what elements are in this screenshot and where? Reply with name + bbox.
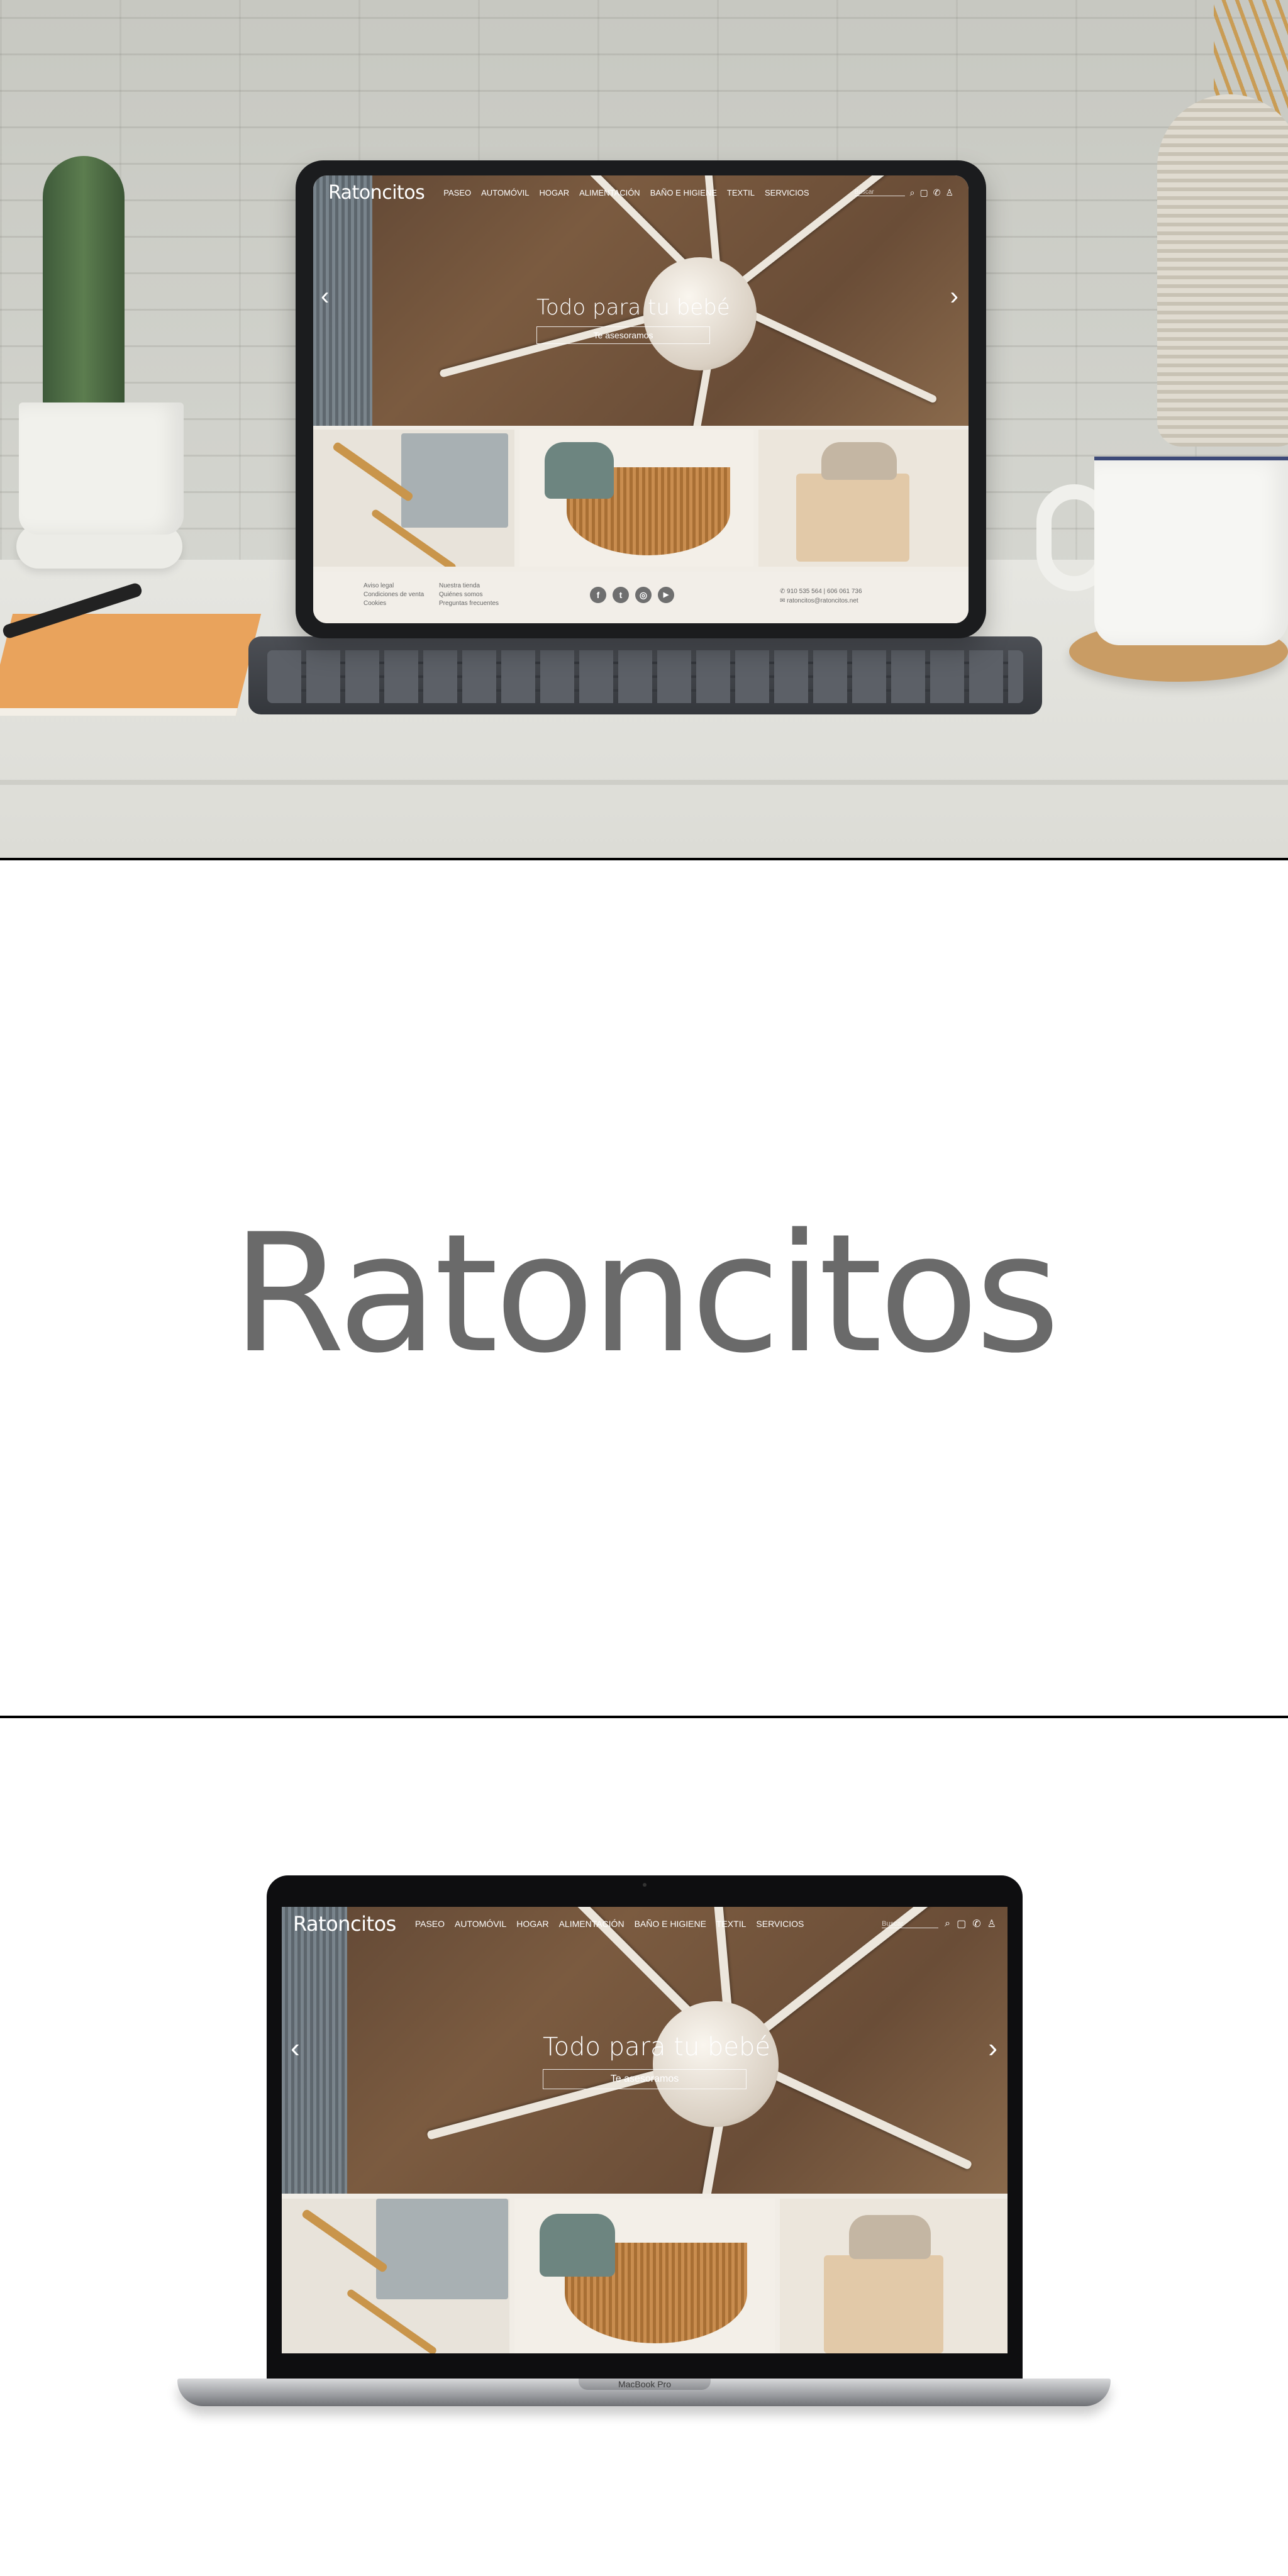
vase [1157, 94, 1288, 447]
nav-tools: Buscar ⌕ ▢ ✆ ♙ [854, 187, 953, 198]
user-icon[interactable]: ♙ [945, 187, 953, 198]
hero-banner: Ratoncitos PASEO AUTOMÓVIL HOGAR ALIMENT… [282, 1907, 1008, 2194]
nav-item-paseo[interactable]: PASEO [443, 188, 471, 197]
nav-item-bano-higiene[interactable]: BAÑO E HIGIENE [635, 1919, 706, 1929]
nav-item-servicios[interactable]: SERVICIOS [756, 1919, 804, 1929]
search-icon[interactable]: ⌕ [910, 187, 915, 198]
carousel-prev-arrow[interactable]: ‹ [321, 282, 329, 311]
laptop-panel: Ratoncitos PASEO AUTOMÓVIL HOGAR ALIMENT… [0, 1718, 1288, 2576]
search-input[interactable]: Buscar [882, 1920, 939, 1928]
footer-link[interactable]: Cookies [364, 599, 424, 608]
phone-icon[interactable]: ✆ [933, 187, 941, 198]
nav-tools: Buscar ⌕ ▢ ✆ ♙ [882, 1918, 996, 1930]
ipad-keyboard [248, 636, 1042, 714]
footer-link[interactable]: Condiciones de venta [364, 591, 424, 599]
nav-item-paseo[interactable]: PASEO [415, 1919, 445, 1929]
hero-headline: Todo para tu bebé [543, 2033, 771, 2062]
tile-stool[interactable] [758, 430, 969, 567]
nav-item-servicios[interactable]: SERVICIOS [765, 188, 809, 197]
nav-item-alimentacion[interactable]: ALIMENTACIÓN [559, 1919, 625, 1929]
footer-link[interactable]: Preguntas frecuentes [439, 599, 499, 608]
site-logo[interactable]: Ratoncitos [328, 182, 425, 204]
user-icon[interactable]: ♙ [987, 1918, 996, 1930]
notebook [0, 614, 262, 716]
ipad-device: Ratoncitos PASEO AUTOMÓVIL HOGAR ALIMENT… [296, 160, 986, 638]
keyboard-keys [267, 650, 1023, 703]
brand-logo: Ratoncitos [231, 1199, 1060, 1389]
product-tiles [282, 2199, 1008, 2353]
footer-col-legal: Aviso legal Condiciones de venta Cookies [364, 582, 424, 608]
footer-email[interactable]: ✉ ratoncitos@ratoncitos.net [780, 596, 862, 606]
bag-icon[interactable]: ▢ [919, 187, 928, 198]
tile-basket[interactable] [519, 430, 753, 567]
footer-contact: ✆ 910 535 564 | 606 061 736 ✉ ratoncitos… [780, 587, 862, 606]
nav-item-automovil[interactable]: AUTOMÓVIL [455, 1919, 506, 1929]
top-nav: Ratoncitos PASEO AUTOMÓVIL HOGAR ALIMENT… [282, 1907, 1008, 1941]
social-links: f t ◎ ▶ [590, 587, 674, 603]
carousel-next-arrow[interactable]: › [988, 2033, 997, 2064]
facebook-icon[interactable]: f [590, 587, 606, 603]
laptop-lid: Ratoncitos PASEO AUTOMÓVIL HOGAR ALIMENT… [267, 1875, 1023, 2379]
tile-gift[interactable] [282, 2199, 509, 2353]
carousel-next-arrow[interactable]: › [950, 282, 958, 311]
search-input[interactable]: Buscar [854, 189, 905, 196]
top-nav: Ratoncitos PASEO AUTOMÓVIL HOGAR ALIMENT… [313, 175, 969, 209]
laptop-screen: Ratoncitos PASEO AUTOMÓVIL HOGAR ALIMENT… [282, 1907, 1008, 2353]
nav-item-automovil[interactable]: AUTOMÓVIL [481, 188, 529, 197]
nav-menu: PASEO AUTOMÓVIL HOGAR ALIMENTACIÓN BAÑO … [443, 188, 809, 197]
footer-phone: ✆ 910 535 564 | 606 061 736 [780, 588, 862, 595]
camera [643, 1883, 647, 1887]
wood-hub [653, 2001, 779, 2127]
instagram-icon[interactable]: ◎ [635, 587, 652, 603]
search-icon[interactable]: ⌕ [945, 1918, 950, 1929]
logo-panel: Ratoncitos [0, 860, 1288, 1716]
footer-link[interactable]: Aviso legal [364, 582, 424, 591]
nav-item-hogar[interactable]: HOGAR [539, 188, 569, 197]
nav-item-bano-higiene[interactable]: BAÑO E HIGIENE [650, 188, 717, 197]
hero-banner: Ratoncitos PASEO AUTOMÓVIL HOGAR ALIMENT… [313, 175, 969, 426]
tile-gift[interactable] [313, 430, 514, 567]
cta-button[interactable]: Te asesoramos [543, 2069, 747, 2089]
twitter-icon[interactable]: t [613, 587, 629, 603]
desk-scene-panel: Ratoncitos PASEO AUTOMÓVIL HOGAR ALIMENT… [0, 0, 1288, 858]
nav-menu: PASEO AUTOMÓVIL HOGAR ALIMENTACIÓN BAÑO … [415, 1919, 804, 1929]
nav-item-alimentacion[interactable]: ALIMENTACIÓN [579, 188, 640, 197]
cta-button[interactable]: Te asesoramos [536, 326, 710, 344]
site-footer: Aviso legal Condiciones de venta Cookies… [313, 572, 969, 623]
nav-item-hogar[interactable]: HOGAR [516, 1919, 548, 1929]
hero-headline: Todo para tu bebé [536, 295, 730, 320]
plant-pot [19, 402, 184, 535]
tile-basket[interactable] [514, 2199, 775, 2353]
laptop-base: MacBook Pro [177, 2379, 1111, 2406]
youtube-icon[interactable]: ▶ [658, 587, 674, 603]
nav-item-textil[interactable]: TEXTIL [716, 1919, 746, 1929]
phone-icon[interactable]: ✆ [972, 1918, 980, 1930]
carousel-prev-arrow[interactable]: ‹ [291, 2033, 300, 2064]
mug [1094, 457, 1288, 645]
nav-item-textil[interactable]: TEXTIL [727, 188, 755, 197]
cactus [43, 156, 125, 414]
footer-link[interactable]: Quiénes somos [439, 591, 499, 599]
ipad-screen: Ratoncitos PASEO AUTOMÓVIL HOGAR ALIMENT… [313, 175, 969, 623]
footer-link[interactable]: Nuestra tienda [439, 582, 499, 591]
tile-stool[interactable] [780, 2199, 1008, 2353]
footer-col-info: Nuestra tienda Quiénes somos Preguntas f… [439, 582, 499, 608]
bag-icon[interactable]: ▢ [957, 1918, 966, 1930]
laptop-label: MacBook Pro [579, 2379, 711, 2390]
desk-edge [0, 780, 1288, 785]
site-logo[interactable]: Ratoncitos [293, 1912, 396, 1936]
product-tiles [313, 430, 969, 567]
